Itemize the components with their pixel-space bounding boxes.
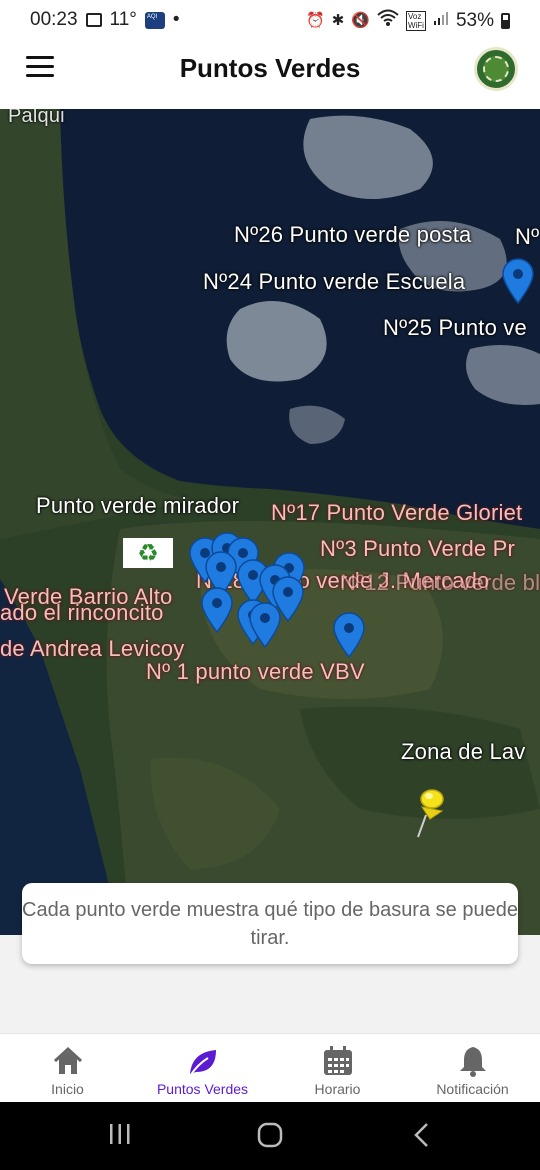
map-label: Punto verde mirador [36,493,240,518]
map-label: Zona de Lav [401,739,526,764]
nav-label: Puntos Verdes [156,1081,249,1097]
back-button[interactable] [412,1122,432,1153]
bell-icon [459,1047,486,1077]
nav-puntos-verdes[interactable]: Puntos Verdes [135,1034,270,1102]
map-pin[interactable] [200,587,234,634]
satellite-map[interactable]: Palqui Nº26 Punto verde posta Nº Nº24 Pu… [0,109,540,935]
calendar-icon [323,1046,352,1075]
map-label: Nº12 Punto verde blic [340,570,540,595]
map-label: Palqui [8,109,65,127]
signal-icon [433,10,449,32]
bluetooth-icon: ✱ [331,12,345,29]
notification-dot: • [172,9,180,30]
map-label: Nº25 Punto ve [383,315,527,340]
status-time: 00:23 [30,9,78,30]
home-button[interactable] [257,1122,283,1153]
map-label: Nº [515,224,540,249]
battery-percent: 53% [455,10,494,31]
nav-notificacion[interactable]: Notificación [405,1034,540,1102]
wifi-icon [377,9,399,33]
nav-label: Notificación [436,1081,509,1097]
alarm-icon: ⏰ [306,12,325,29]
municipal-logo [474,47,518,91]
voz-wifi-icon: Voz WiFi [405,11,426,31]
pushpin-icon[interactable] [408,785,448,841]
weather-badge-icon: AQI [144,11,165,29]
recents-button[interactable] [108,1122,132,1151]
app-bar: Puntos Verdes [0,40,540,109]
gallery-icon [85,13,102,27]
leaf-icon [188,1050,216,1077]
nav-label: Inicio [51,1081,84,1097]
map-label: ado el rinconcito [0,600,164,625]
home-icon [53,1046,82,1074]
nav-horario[interactable]: Horario [270,1034,405,1102]
status-temperature: 11° [109,9,137,30]
map-label: Nº24 Punto verde Escuela [203,269,466,294]
page-title: Puntos Verdes [179,53,361,83]
map-label: Nº17 Punto Verde Gloriet [271,500,523,525]
hamburger-menu-icon[interactable] [26,56,54,78]
map-label: Nº26 Punto verde posta [234,222,472,247]
map-pin[interactable] [501,258,535,305]
map-label: Nº 1 punto verde VBV [146,659,365,684]
map-pin[interactable] [332,612,366,659]
map-pin[interactable] [248,602,282,649]
mute-icon: 🔇 [351,12,370,29]
nav-label: Horario [314,1081,361,1097]
recycle-icon[interactable]: ♻ [123,538,173,568]
bottom-navigation: Inicio Puntos Verdes Horario Notificació… [0,1033,540,1102]
system-navigation-bar [0,1102,540,1170]
nav-inicio[interactable]: Inicio [0,1034,135,1102]
map-label: Nº3 Punto Verde Pr [320,536,516,561]
status-bar: 00:23 11° AQI • ⏰ ✱ 🔇 Voz WiFi 53% [0,0,540,40]
info-card: Cada punto verde muestra qué tipo de bas… [22,883,518,964]
battery-icon [501,13,510,29]
